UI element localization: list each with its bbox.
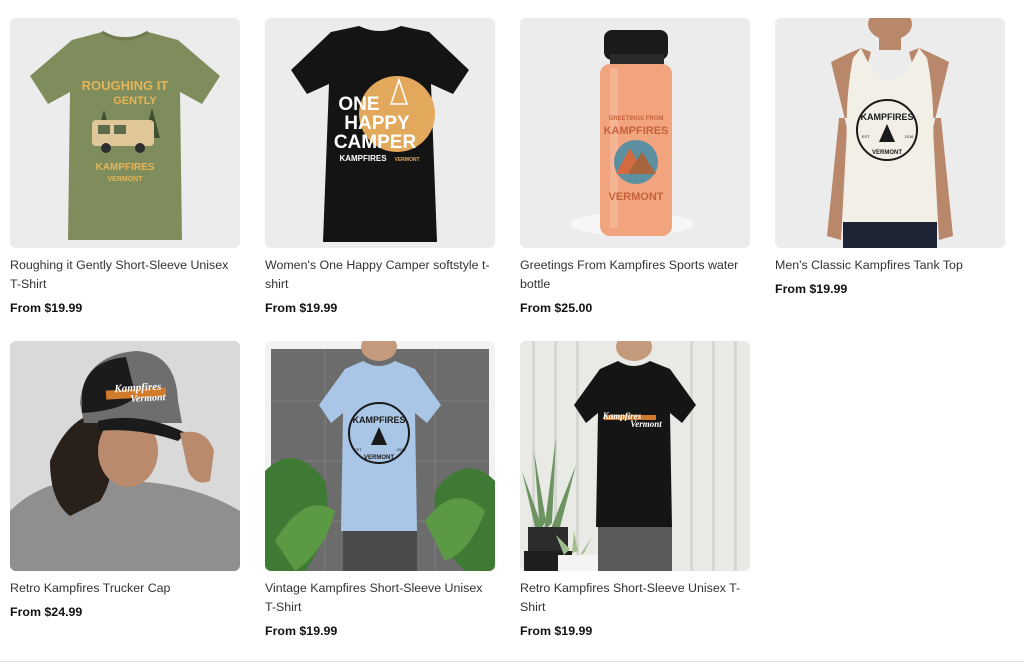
print-brand: KAMPFIRES [339,154,387,163]
product-price: From $19.99 [265,624,338,638]
print-year: 2016 [905,134,915,139]
product-title[interactable]: Roughing it Gently Short-Sleeve Unisex T… [10,256,240,294]
product-price: From $19.99 [10,301,83,315]
print-line2: GENTLY [113,95,157,107]
print-place: VERMONT [364,455,394,461]
print-year: 2016 [397,447,407,452]
product-title[interactable]: Greetings From Kampfires Sports water bo… [520,256,750,294]
product-card[interactable]: KAMPFIRES EST. 2016 VERMONT Vintage Kamp… [265,341,495,638]
product-card[interactable]: GREETINGS FROM KAMPFIRES VERMONT Greetin… [520,18,750,341]
product-image[interactable]: GREETINGS FROM KAMPFIRES VERMONT [520,18,750,248]
product-price: From $25.00 [520,301,593,315]
print-line1: GREETINGS FROM [609,116,664,122]
product-card[interactable]: KAMPFIRES EST. 2016 VERMONT Men's Classi… [775,18,1005,341]
print-place: VERMONT [108,176,144,183]
product-image[interactable]: Kampfires Vermont [10,341,240,571]
product-price: From $19.99 [775,282,848,296]
product-title[interactable]: Retro Kampfires Trucker Cap [10,579,240,598]
print-line1: ONE [338,94,379,115]
product-title[interactable]: Men's Classic Kampfires Tank Top [775,256,1005,275]
print-line3: CAMPER [334,132,417,153]
product-card[interactable]: ROUGHING IT GENTLY KAMPFIRES VERMONT Rou… [10,18,240,341]
product-image[interactable]: KAMPFIRES EST. 2016 VERMONT [265,341,495,571]
print-brand: KAMPFIRES [860,112,913,122]
print-est: EST. [354,447,362,452]
print-place: VERMONT [609,191,664,203]
print-place: Vermont [130,392,167,405]
product-title[interactable]: Retro Kampfires Short-Sleeve Unisex T-Sh… [520,579,750,617]
product-card[interactable]: Kampfires Vermont Retro Kampfires Short-… [520,341,750,638]
print-line1: ROUGHING IT [82,78,169,93]
print-place: VERMONT [395,157,420,163]
product-image[interactable]: Kampfires Vermont [520,341,750,571]
print-line2: HAPPY [344,113,410,134]
product-title[interactable]: Women's One Happy Camper softstyle t-shi… [265,256,495,294]
print-brand: KAMPFIRES [352,415,405,425]
product-image[interactable]: ROUGHING IT GENTLY KAMPFIRES VERMONT [10,18,240,248]
print-brand: KAMPFIRES [96,162,155,173]
print-place: VERMONT [872,150,902,156]
product-image[interactable]: ONE HAPPY CAMPER KAMPFIRES VERMONT [265,18,495,248]
product-price: From $19.99 [265,301,338,315]
print-place: Vermont [630,419,662,429]
product-grid: ROUGHING IT GENTLY KAMPFIRES VERMONT Rou… [10,18,1006,638]
product-card[interactable]: ONE HAPPY CAMPER KAMPFIRES VERMONT Women… [265,18,495,341]
product-price: From $24.99 [10,605,83,619]
product-price: From $19.99 [520,624,593,638]
print-est: EST. [862,134,870,139]
product-card[interactable]: Kampfires Vermont Retro Kampfires Trucke… [10,341,240,638]
print-brand: KAMPFIRES [604,125,669,137]
product-image[interactable]: KAMPFIRES EST. 2016 VERMONT [775,18,1005,248]
product-title[interactable]: Vintage Kampfires Short-Sleeve Unisex T-… [265,579,495,617]
